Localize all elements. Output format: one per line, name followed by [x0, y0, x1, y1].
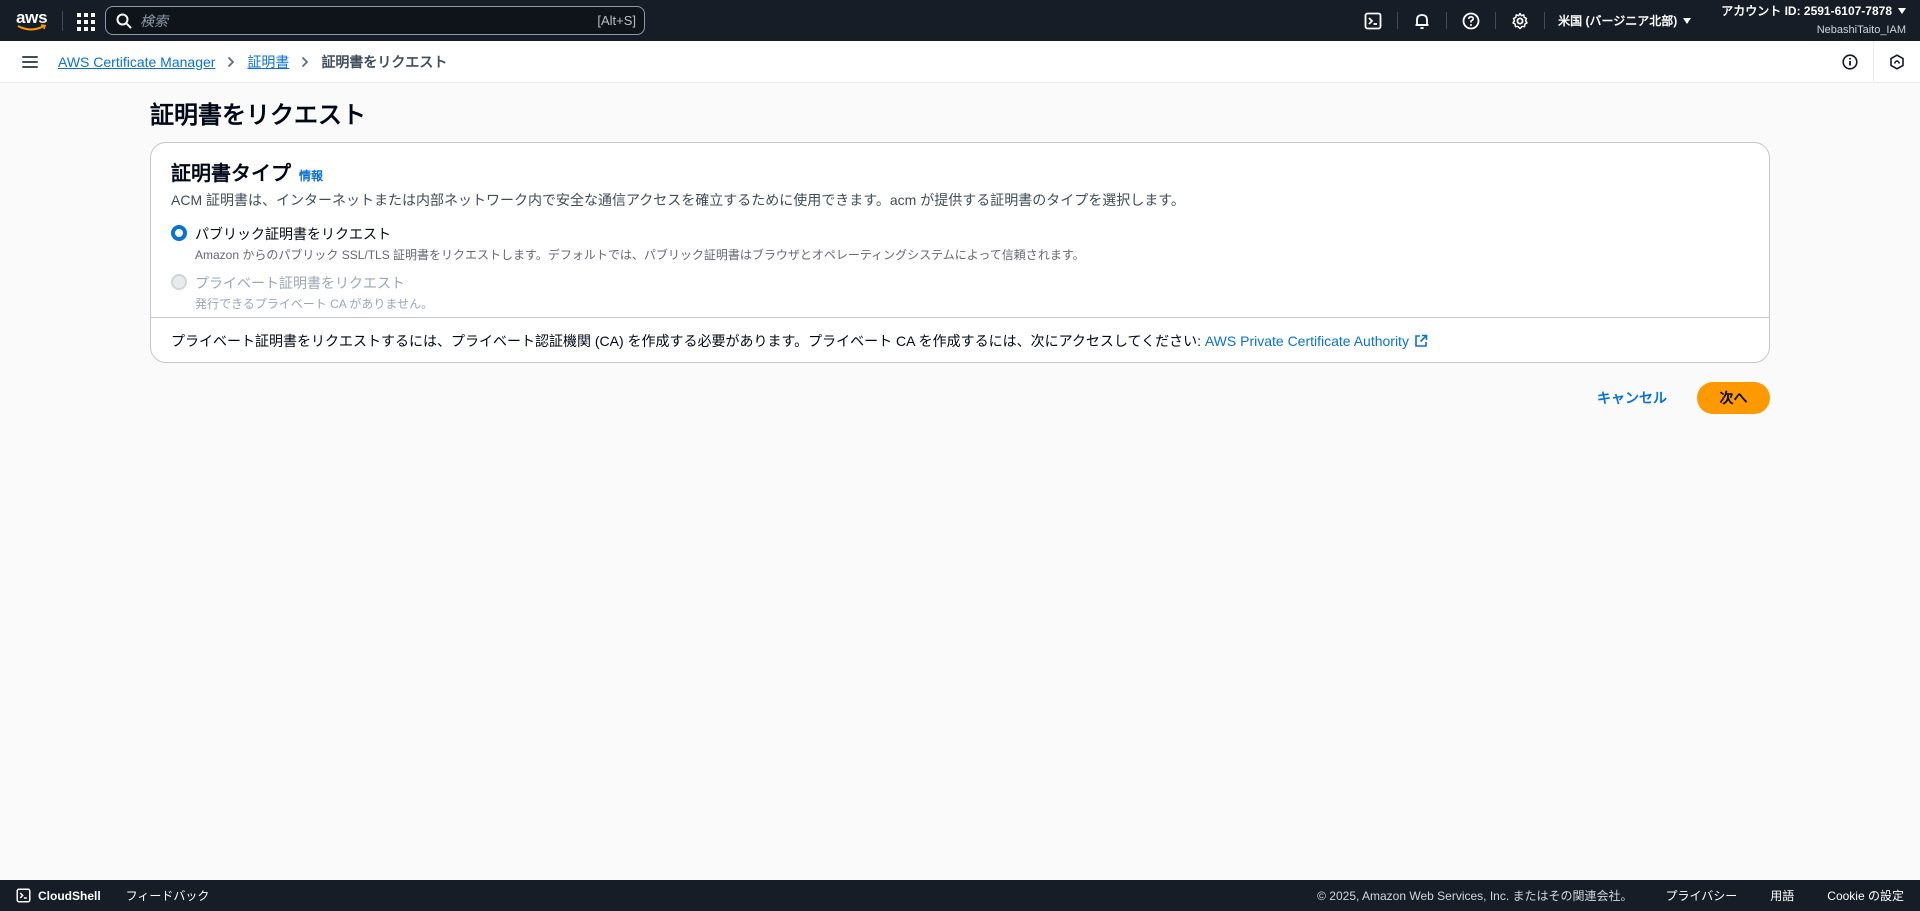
radio-option-public[interactable]: パブリック証明書をリクエスト Amazon からのパブリック SSL/TLS 証…	[171, 224, 1749, 263]
cloudshell-label: CloudShell	[38, 888, 101, 903]
caret-down-icon	[1683, 17, 1692, 24]
privacy-link[interactable]: プライバシー	[1666, 887, 1738, 904]
search-bar[interactable]: [Alt+S]	[105, 6, 645, 35]
breadcrumb-current: 証明書をリクエスト	[321, 53, 448, 70]
cloudshell-icon	[16, 888, 31, 903]
hexagon-icon	[1889, 53, 1904, 70]
page-title: 証明書をリクエスト	[150, 102, 366, 129]
console-footer: CloudShell フィードバック © 2025, Amazon Web Se…	[0, 880, 1920, 911]
help-button[interactable]	[1446, 0, 1495, 41]
bell-icon	[1415, 13, 1429, 29]
cloudshell-footer-button[interactable]: CloudShell	[16, 888, 101, 903]
certificate-type-radio-group: パブリック証明書をリクエスト Amazon からのパブリック SSL/TLS 証…	[171, 224, 1749, 312]
breadcrumb-item-certificates[interactable]: 証明書	[247, 52, 289, 72]
region-selector[interactable]: 米国 (バージニア北部)	[1544, 0, 1705, 41]
form-actions: キャンセル 次へ	[0, 382, 1770, 414]
panel-description: ACM 証明書は、インターネットまたは内部ネットワーク内で安全な通信アクセスを確…	[171, 192, 1185, 208]
page-tools	[1826, 40, 1920, 83]
cookie-settings-link[interactable]: Cookie の設定	[1827, 887, 1904, 904]
cloudshell-button[interactable]	[1348, 0, 1397, 41]
account-id: アカウント ID: 2591-6107-7878	[1721, 3, 1892, 18]
account-username: NebashiTaito_IAM	[1816, 23, 1906, 36]
radio-label: パブリック証明書をリクエスト	[195, 226, 391, 242]
info-panel-button[interactable]	[1826, 41, 1873, 83]
account-menu[interactable]: アカウント ID: 2591-6107-7878 NebashiTaito_IA…	[1705, 2, 1920, 40]
services-grid-icon[interactable]	[75, 11, 95, 31]
radio-description: 発行できるプライベート CA がありません。	[195, 297, 434, 311]
region-label: 米国 (バージニア北部)	[1558, 14, 1678, 28]
terms-link[interactable]: 用語	[1770, 887, 1794, 904]
breadcrumb-item-acm[interactable]: AWS Certificate Manager	[58, 54, 215, 70]
private-ca-link-label: AWS Private Certificate Authority	[1204, 333, 1409, 349]
settings-button[interactable]	[1495, 0, 1544, 41]
chevron-right-icon	[227, 56, 235, 68]
search-shortcut-hint: [Alt+S]	[597, 13, 636, 28]
aws-smile-icon	[17, 23, 47, 30]
radio-description: Amazon からのパブリック SSL/TLS 証明書をリクエストします。デフォ…	[195, 248, 1085, 262]
info-link[interactable]: 情報	[299, 167, 323, 184]
feedback-link[interactable]: フィードバック	[126, 887, 210, 904]
breadcrumb-bar: AWS Certificate Manager 証明書 証明書をリクエスト	[0, 40, 1920, 83]
nav-right-group: 米国 (バージニア北部) アカウント ID: 2591-6107-7878 Ne…	[1348, 0, 1920, 41]
private-ca-link[interactable]: AWS Private Certificate Authority	[1205, 333, 1428, 349]
next-button[interactable]: 次へ	[1697, 382, 1770, 414]
cloudshell-icon	[1364, 12, 1382, 29]
menu-icon[interactable]	[22, 55, 38, 68]
footer-text: プライベート証明書をリクエストするには、プライベート認証機関 (CA) を作成す…	[171, 333, 1205, 349]
top-navigation: aws [Alt+S]	[0, 0, 1920, 41]
aws-logo[interactable]: aws	[16, 7, 50, 35]
panel-footer: プライベート証明書をリクエストするには、プライベート認証機関 (CA) を作成す…	[151, 317, 1769, 362]
cancel-button[interactable]: キャンセル	[1577, 382, 1687, 414]
help-icon	[1462, 12, 1480, 29]
chevron-right-icon	[301, 56, 309, 68]
caret-down-icon	[1898, 8, 1906, 14]
radio-option-private: プライベート証明書をリクエスト 発行できるプライベート CA がありません。	[171, 273, 1749, 312]
divider	[62, 10, 63, 31]
search-icon	[116, 13, 132, 28]
breadcrumb: AWS Certificate Manager 証明書 証明書をリクエスト	[58, 52, 447, 72]
radio-label: プライベート証明書をリクエスト	[195, 275, 405, 291]
copyright-text: © 2025, Amazon Web Services, Inc. またはその関…	[1317, 889, 1633, 903]
panel-title: 証明書タイプ	[171, 163, 291, 185]
radio-button-selected[interactable]	[171, 225, 187, 241]
assistant-button[interactable]	[1873, 40, 1920, 83]
search-input[interactable]	[140, 12, 598, 29]
info-icon	[1841, 53, 1858, 70]
gear-icon	[1511, 12, 1528, 29]
certificate-type-panel: 証明書タイプ 情報 ACM 証明書は、インターネットまたは内部ネットワーク内で安…	[150, 142, 1770, 363]
notifications-button[interactable]	[1397, 0, 1446, 41]
external-link-icon	[1415, 334, 1428, 347]
radio-button-disabled	[171, 274, 187, 290]
